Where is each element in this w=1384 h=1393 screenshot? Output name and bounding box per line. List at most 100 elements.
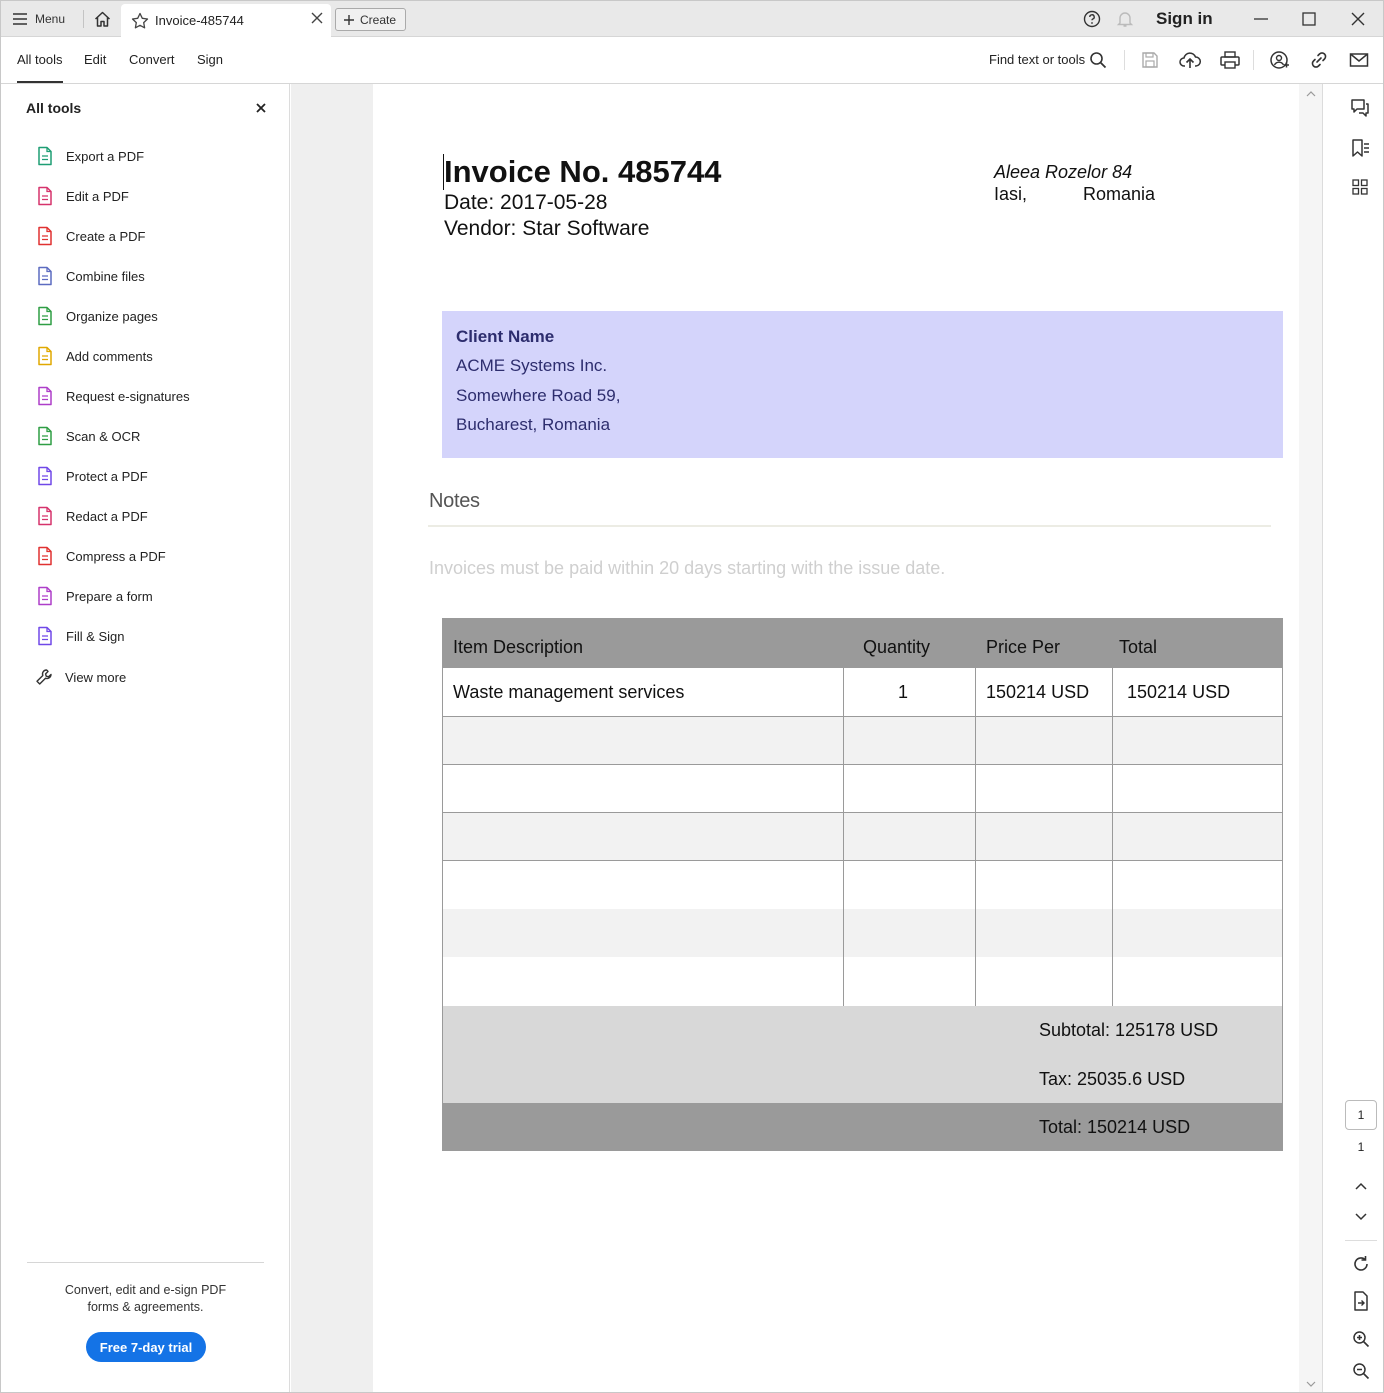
- tool-scan-ocr[interactable]: Scan & OCR: [35, 424, 140, 448]
- bookmarks-icon[interactable]: [1348, 136, 1372, 160]
- tab-edit[interactable]: Edit: [84, 52, 106, 67]
- next-page-icon[interactable]: [1349, 1205, 1373, 1229]
- total-pages: 1: [1357, 1140, 1365, 1154]
- tool-label: Compress a PDF: [66, 548, 166, 564]
- vendor-address-street: Aleea Rozelor 84: [994, 162, 1133, 182]
- client-street: Somewhere Road 59,: [456, 386, 621, 405]
- tool-add-comments[interactable]: Add comments: [35, 344, 153, 368]
- tool-compress-a-pdf[interactable]: Compress a PDF: [35, 544, 166, 568]
- sign-in-button[interactable]: Sign in: [1156, 9, 1213, 29]
- find-text-or-tools[interactable]: Find text or tools: [989, 52, 1085, 67]
- menu-button[interactable]: Menu: [13, 1, 65, 37]
- close-tab-icon[interactable]: [311, 12, 323, 24]
- organize-pages-icon: [35, 306, 55, 326]
- close-icon: [1351, 12, 1365, 26]
- tool-label: Export a PDF: [66, 148, 145, 164]
- tool-label: View more: [65, 669, 127, 685]
- fill-sign-icon: [35, 626, 55, 646]
- tool-fill-sign[interactable]: Fill & Sign: [35, 624, 125, 648]
- add-comments-icon: [35, 346, 55, 366]
- tool-organize-pages[interactable]: Organize pages: [35, 304, 158, 328]
- zoom-out-icon[interactable]: [1349, 1359, 1373, 1383]
- help-icon: [1083, 10, 1101, 28]
- rotate-icon[interactable]: [1349, 1252, 1373, 1276]
- tool-label: Prepare a form: [66, 588, 153, 604]
- close-window-button[interactable]: [1351, 1, 1365, 37]
- maximize-button[interactable]: [1302, 1, 1316, 37]
- minimize-button[interactable]: [1253, 1, 1269, 37]
- tool-combine-files[interactable]: Combine files: [35, 264, 145, 288]
- tool-label: Scan & OCR: [66, 428, 141, 444]
- upload-cloud-icon[interactable]: [1179, 49, 1201, 71]
- notifications-button[interactable]: [1116, 1, 1134, 37]
- notes-heading: Notes: [429, 490, 480, 512]
- previous-page-icon[interactable]: [1349, 1174, 1373, 1198]
- search-icon[interactable]: [1087, 49, 1109, 71]
- tool-label: Organize pages: [66, 308, 158, 324]
- scroll-up-icon[interactable]: [1306, 90, 1316, 97]
- wrench-icon: [34, 667, 54, 687]
- document-tab[interactable]: Invoice-485744: [121, 4, 331, 37]
- tool-edit-a-pdf[interactable]: Edit a PDF: [35, 184, 129, 208]
- tab-all-tools[interactable]: All tools: [17, 52, 63, 83]
- tool-create-a-pdf[interactable]: Create a PDF: [35, 224, 145, 248]
- comments-icon[interactable]: [1348, 96, 1372, 120]
- share-user-icon[interactable]: [1268, 49, 1290, 71]
- free-trial-button[interactable]: Free 7-day trial: [86, 1332, 206, 1362]
- row-divider: [443, 764, 1282, 765]
- scan-ocr-icon: [35, 426, 55, 446]
- notes-text: Invoices must be paid within 20 days sta…: [429, 558, 946, 578]
- table-row: [443, 860, 1282, 908]
- tool-label: Fill & Sign: [66, 628, 125, 644]
- bell-icon: [1116, 12, 1134, 27]
- create-button[interactable]: Create: [335, 8, 406, 31]
- table-row: [443, 812, 1282, 860]
- tool-protect-a-pdf[interactable]: Protect a PDF: [35, 464, 148, 488]
- email-icon[interactable]: [1348, 49, 1370, 71]
- extract-page-icon[interactable]: [1349, 1289, 1373, 1313]
- panel-title: All tools: [26, 100, 82, 116]
- menu-label: Menu: [35, 12, 66, 26]
- print-icon[interactable]: [1219, 49, 1241, 71]
- tool-export-a-pdf[interactable]: Export a PDF: [35, 144, 144, 168]
- vertical-scrollbar[interactable]: [1299, 84, 1322, 1392]
- thumbnails-icon[interactable]: [1348, 175, 1372, 199]
- divider: [27, 1262, 264, 1263]
- scroll-down-icon[interactable]: [1306, 1381, 1316, 1388]
- invoice-vendor: Vendor: Star Software: [444, 217, 650, 240]
- star-icon[interactable]: [131, 12, 149, 30]
- home-button[interactable]: [89, 1, 115, 37]
- prepare-form-icon: [35, 586, 55, 606]
- tool-redact-a-pdf[interactable]: Redact a PDF: [35, 504, 148, 528]
- tool-label: Create a PDF: [66, 228, 146, 244]
- promo-line: forms & agreements.: [87, 1300, 204, 1314]
- tab-convert[interactable]: Convert: [129, 52, 175, 67]
- main-toolbar: All tools Edit Convert Sign Find text or…: [1, 37, 1383, 84]
- compress-pdf-icon: [35, 546, 55, 566]
- right-rail: 1 1: [1322, 84, 1383, 1392]
- invoice-date: Date: 2017-05-28: [444, 191, 608, 214]
- tab-sign[interactable]: Sign: [197, 52, 223, 67]
- zoom-in-icon[interactable]: [1349, 1327, 1373, 1351]
- tool-prepare-a-form[interactable]: Prepare a form: [35, 584, 153, 608]
- link-icon[interactable]: [1308, 49, 1330, 71]
- save-icon[interactable]: [1139, 49, 1161, 71]
- protect-pdf-icon: [35, 466, 55, 486]
- vendor-address-country: Romania: [1083, 184, 1156, 204]
- client-city: Bucharest, Romania: [456, 415, 611, 434]
- column-header-description: Item Description: [453, 637, 584, 657]
- home-icon: [94, 11, 110, 27]
- divider: [1124, 50, 1125, 70]
- tool-request-e-signatures[interactable]: Request e-signatures: [35, 384, 190, 408]
- help-button[interactable]: [1083, 1, 1101, 37]
- invoice-title: Invoice No. 485744: [444, 154, 722, 189]
- close-panel-icon[interactable]: [256, 103, 266, 113]
- promo-text: Convert, edit and e-sign PDF forms & agr…: [27, 1282, 264, 1316]
- table-header-row: Item Description Quantity Price Per Tota…: [443, 619, 1282, 668]
- table-row: [443, 909, 1282, 957]
- column-header-total: Total: [1119, 637, 1158, 657]
- current-page-input[interactable]: 1: [1345, 1100, 1377, 1130]
- create-pdf-icon: [35, 226, 55, 246]
- table-row: [443, 716, 1282, 764]
- tool-view-more[interactable]: View more: [34, 665, 126, 689]
